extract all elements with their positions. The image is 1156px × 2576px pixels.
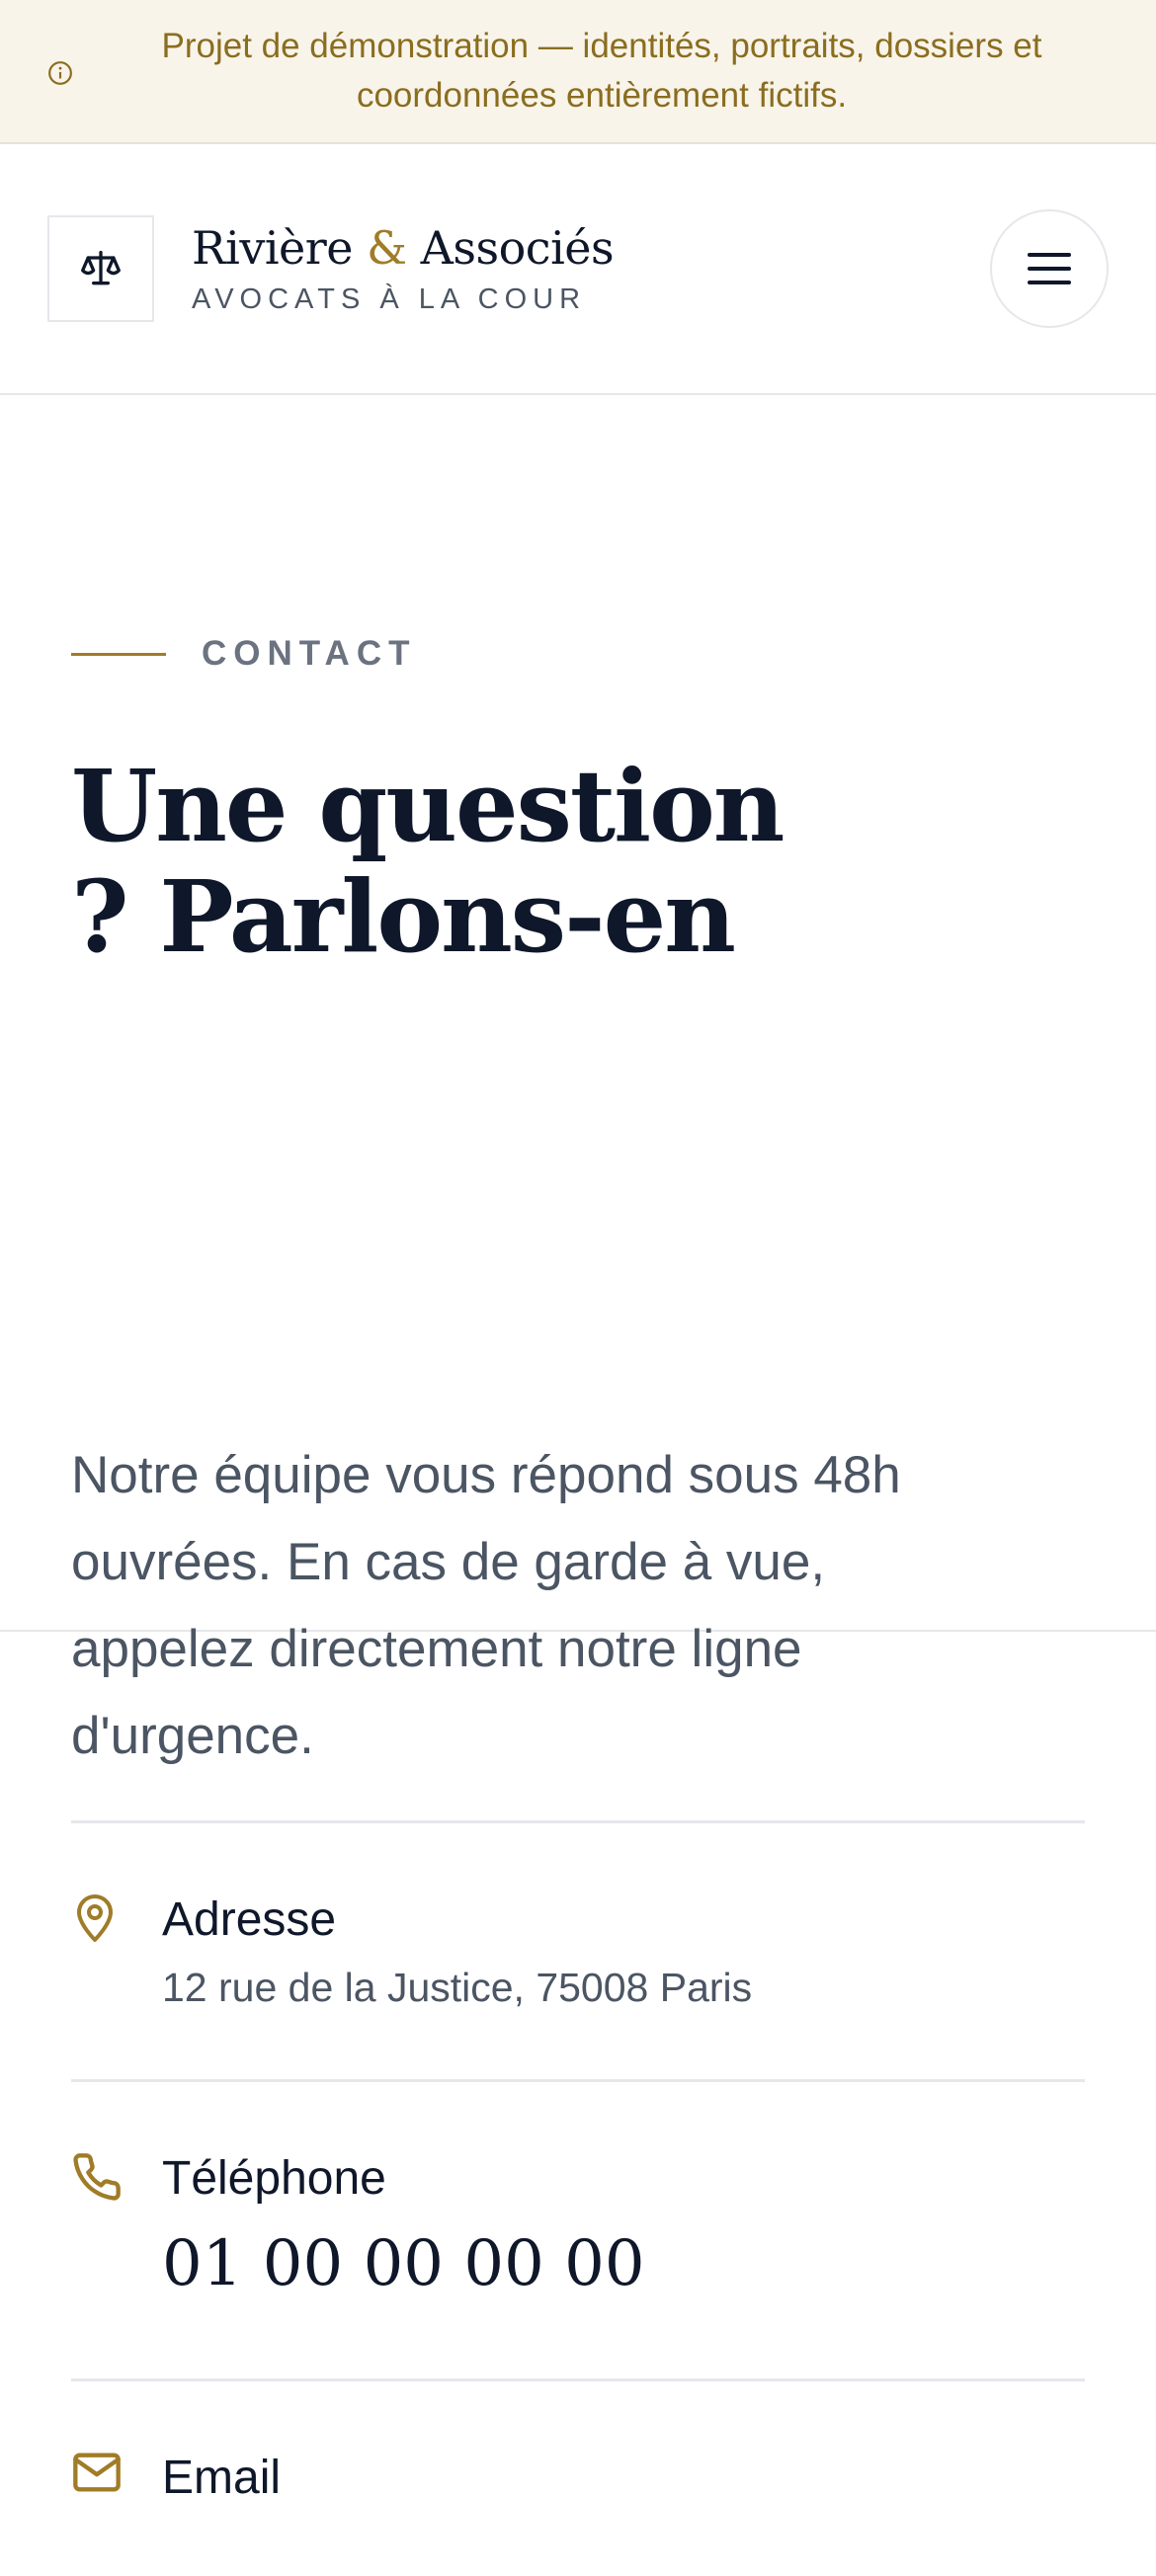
eyebrow-label: CONTACT <box>202 634 417 673</box>
brand-name-part1: Rivière <box>192 221 368 275</box>
brand-name-part2: Associés <box>406 221 615 275</box>
contact-item-phone: Téléphone 01 00 00 00 00 <box>71 2079 1085 2378</box>
demo-banner: Projet de démonstration — identités, por… <box>0 0 1156 144</box>
menu-button[interactable] <box>990 209 1109 328</box>
mail-icon <box>73 2453 121 2492</box>
info-icon <box>48 61 72 85</box>
phone-label: Téléphone <box>162 2152 386 2205</box>
section-eyebrow: CONTACT <box>71 634 417 674</box>
contact-hero: CONTACT Une question ? Parlons-en Notre … <box>0 395 1156 1765</box>
site-header: Rivière & Associés AVOCATS À LA COUR <box>0 144 1156 395</box>
email-label: Email <box>162 2452 282 2504</box>
demo-banner-text: Projet de démonstration — identités, por… <box>161 27 1042 115</box>
brand[interactable]: Rivière & Associés AVOCATS À LA COUR <box>192 220 615 317</box>
scales-icon <box>81 250 121 285</box>
phone-link[interactable]: 01 00 00 00 00 <box>162 2224 645 2303</box>
eyebrow-rule <box>71 652 166 656</box>
page-title: Une question ? Parlons-en <box>71 748 784 975</box>
hero-lead: Notre équipe vous répond sous 48h ouvrée… <box>71 1446 901 1765</box>
brand-ampersand: & <box>367 221 407 275</box>
contact-item-address: Adresse 12 rue de la Justice, 75008 Pari… <box>71 1820 1085 2079</box>
phone-icon <box>73 2153 121 2201</box>
logo[interactable] <box>47 215 154 322</box>
contact-details: Adresse 12 rue de la Justice, 75008 Pari… <box>71 1820 1085 2576</box>
address-label: Adresse <box>162 1893 337 1946</box>
contact-item-email: Email <box>71 2378 1085 2576</box>
address-value: 12 rue de la Justice, 75008 Paris <box>162 1965 753 2010</box>
hamburger-icon <box>1028 253 1071 284</box>
brand-subtitle: AVOCATS À LA COUR <box>192 283 587 315</box>
brand-name: Rivière & Associés <box>192 220 615 276</box>
map-pin-icon <box>77 1894 113 1942</box>
